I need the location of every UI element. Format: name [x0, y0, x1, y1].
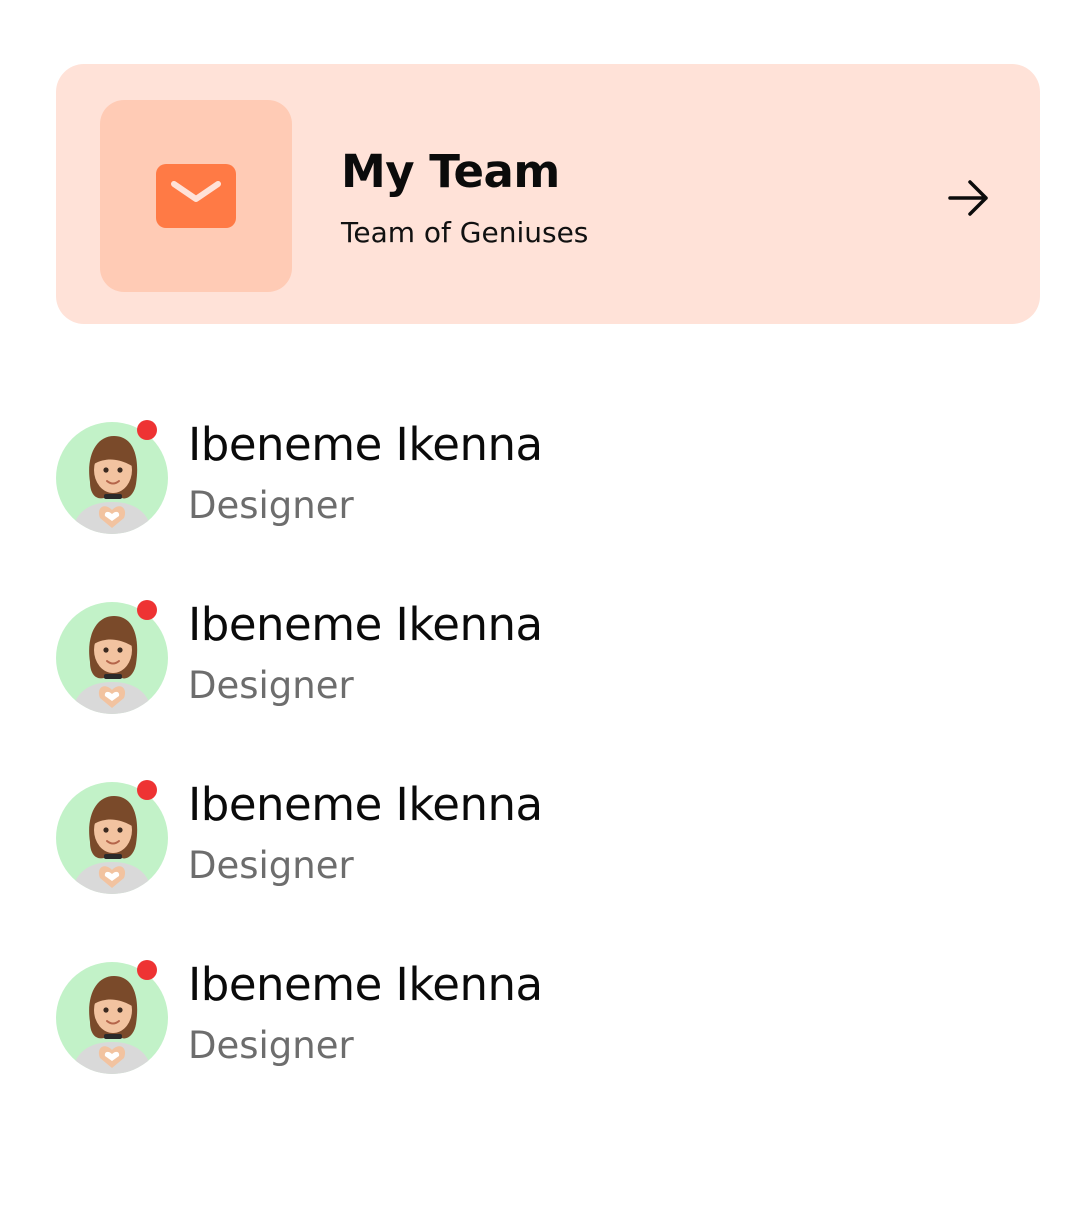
member-role: Designer: [188, 844, 354, 887]
avatar: [56, 600, 168, 714]
member-role: Designer: [188, 1024, 354, 1067]
avatar: [56, 780, 168, 894]
member-name: Ibeneme Ikenna: [188, 418, 543, 471]
mail-icon: [156, 164, 236, 228]
member-name: Ibeneme Ikenna: [188, 598, 543, 651]
member-role: Designer: [188, 664, 354, 707]
arrow-right-icon: [948, 180, 988, 216]
team-subtitle: Team of Geniuses: [341, 216, 589, 249]
team-card[interactable]: My Team Team of Geniuses: [56, 64, 1040, 324]
avatar: [56, 960, 168, 1074]
member-list: Ibeneme Ikenna Designer Ibeneme Ikenna D…: [56, 418, 1040, 1140]
open-team-button[interactable]: [944, 174, 992, 222]
team-title: My Team: [341, 145, 560, 198]
list-item[interactable]: Ibeneme Ikenna Designer: [56, 958, 1040, 1140]
team-icon-box: [100, 100, 292, 292]
member-name: Ibeneme Ikenna: [188, 778, 543, 831]
list-item[interactable]: Ibeneme Ikenna Designer: [56, 598, 1040, 780]
list-item[interactable]: Ibeneme Ikenna Designer: [56, 778, 1040, 960]
member-name: Ibeneme Ikenna: [188, 958, 543, 1011]
list-item[interactable]: Ibeneme Ikenna Designer: [56, 418, 1040, 600]
member-role: Designer: [188, 484, 354, 527]
avatar: [56, 420, 168, 534]
